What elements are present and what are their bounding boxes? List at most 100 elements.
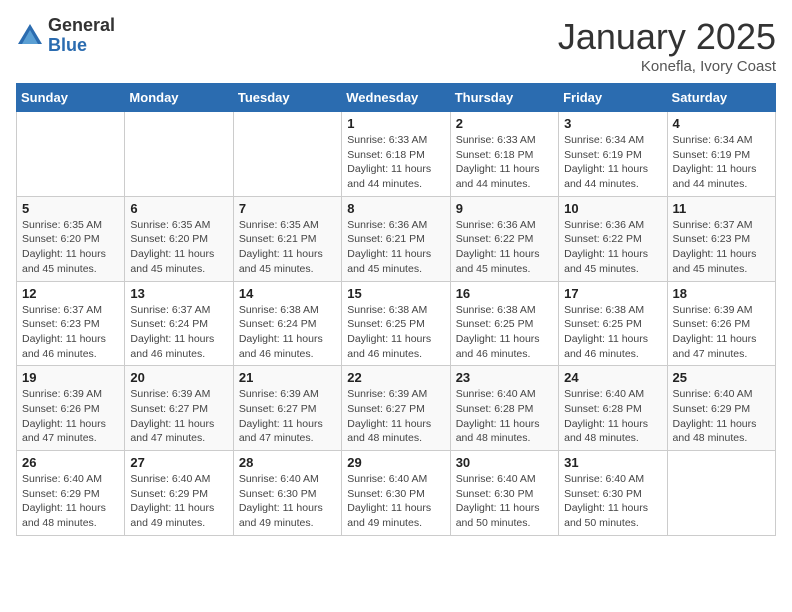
- day-cell-2: 2Sunrise: 6:33 AMSunset: 6:18 PMDaylight…: [450, 112, 558, 197]
- day-info: Sunrise: 6:39 AMSunset: 6:26 PMDaylight:…: [673, 303, 770, 362]
- day-cell-8: 8Sunrise: 6:36 AMSunset: 6:21 PMDaylight…: [342, 196, 450, 281]
- day-info: Sunrise: 6:36 AMSunset: 6:22 PMDaylight:…: [456, 218, 553, 277]
- day-number: 12: [22, 286, 119, 301]
- day-info: Sunrise: 6:35 AMSunset: 6:20 PMDaylight:…: [130, 218, 227, 277]
- day-info: Sunrise: 6:36 AMSunset: 6:22 PMDaylight:…: [564, 218, 661, 277]
- day-info: Sunrise: 6:33 AMSunset: 6:18 PMDaylight:…: [347, 133, 444, 192]
- day-cell-3: 3Sunrise: 6:34 AMSunset: 6:19 PMDaylight…: [559, 112, 667, 197]
- week-row-5: 26 Sunrise: 6:40 AMSunset: 6:29 PMDayligh…: [17, 451, 776, 536]
- day-cell-30: 30 Sunrise: 6:40 AMSunset: 6:30 PMDayligh…: [450, 451, 558, 536]
- week-row-3: 12 Sunrise: 6:37 AMSunset: 6:23 PMDayligh…: [17, 281, 776, 366]
- day-info: Sunrise: 6:35 AMSunset: 6:20 PMDaylight:…: [22, 218, 119, 277]
- day-number: 7: [239, 201, 336, 216]
- day-cell-5: 5 Sunrise: 6:35 AMSunset: 6:20 PMDaylight…: [17, 196, 125, 281]
- day-cell-28: 28 Sunrise: 6:40 AMSunset: 6:30 PMDayligh…: [233, 451, 341, 536]
- day-cell-11: 11Sunrise: 6:37 AMSunset: 6:23 PMDayligh…: [667, 196, 775, 281]
- weekday-header-wednesday: Wednesday: [342, 84, 450, 112]
- day-number: 13: [130, 286, 227, 301]
- day-number: 23: [456, 370, 553, 385]
- day-info: Sunrise: 6:34 AMSunset: 6:19 PMDaylight:…: [564, 133, 661, 192]
- day-info: Sunrise: 6:37 AMSunset: 6:23 PMDaylight:…: [22, 303, 119, 362]
- day-info: Sunrise: 6:35 AMSunset: 6:21 PMDaylight:…: [239, 218, 336, 277]
- day-info: Sunrise: 6:38 AMSunset: 6:25 PMDaylight:…: [456, 303, 553, 362]
- day-info: Sunrise: 6:39 AMSunset: 6:27 PMDaylight:…: [347, 387, 444, 446]
- day-number: 17: [564, 286, 661, 301]
- day-cell-12: 12 Sunrise: 6:37 AMSunset: 6:23 PMDayligh…: [17, 281, 125, 366]
- day-info: Sunrise: 6:37 AMSunset: 6:24 PMDaylight:…: [130, 303, 227, 362]
- day-cell-14: 14Sunrise: 6:38 AMSunset: 6:24 PMDayligh…: [233, 281, 341, 366]
- day-number: 24: [564, 370, 661, 385]
- day-cell-27: 27Sunrise: 6:40 AMSunset: 6:29 PMDayligh…: [125, 451, 233, 536]
- day-number: 21: [239, 370, 336, 385]
- day-number: 25: [673, 370, 770, 385]
- week-row-4: 19 Sunrise: 6:39 AMSunset: 6:26 PMDayligh…: [17, 366, 776, 451]
- day-cell-31: 31Sunrise: 6:40 AMSunset: 6:30 PMDayligh…: [559, 451, 667, 536]
- day-number: 28: [239, 455, 336, 470]
- logo-blue-text: Blue: [48, 36, 115, 56]
- day-info: Sunrise: 6:40 AMSunset: 6:29 PMDaylight:…: [22, 472, 119, 531]
- day-cell-26: 26 Sunrise: 6:40 AMSunset: 6:29 PMDayligh…: [17, 451, 125, 536]
- day-number: 31: [564, 455, 661, 470]
- day-cell-18: 18 Sunrise: 6:39 AMSunset: 6:26 PMDayligh…: [667, 281, 775, 366]
- day-number: 18: [673, 286, 770, 301]
- day-cell-23: 23Sunrise: 6:40 AMSunset: 6:28 PMDayligh…: [450, 366, 558, 451]
- day-cell-7: 7 Sunrise: 6:35 AMSunset: 6:21 PMDaylight…: [233, 196, 341, 281]
- day-info: Sunrise: 6:39 AMSunset: 6:26 PMDaylight:…: [22, 387, 119, 446]
- empty-cell: [667, 451, 775, 536]
- day-number: 4: [673, 116, 770, 131]
- day-cell-19: 19 Sunrise: 6:39 AMSunset: 6:26 PMDayligh…: [17, 366, 125, 451]
- day-info: Sunrise: 6:37 AMSunset: 6:23 PMDaylight:…: [673, 218, 770, 277]
- day-number: 20: [130, 370, 227, 385]
- week-row-2: 5 Sunrise: 6:35 AMSunset: 6:20 PMDaylight…: [17, 196, 776, 281]
- logo: General Blue: [16, 16, 115, 56]
- day-number: 6: [130, 201, 227, 216]
- title-block: January 2025 Konefla, Ivory Coast: [558, 16, 776, 75]
- empty-cell: [17, 112, 125, 197]
- calendar-title: January 2025: [558, 16, 776, 58]
- day-info: Sunrise: 6:40 AMSunset: 6:30 PMDaylight:…: [239, 472, 336, 531]
- weekday-header-row: SundayMondayTuesdayWednesdayThursdayFrid…: [17, 84, 776, 112]
- day-cell-4: 4 Sunrise: 6:34 AMSunset: 6:19 PMDaylight…: [667, 112, 775, 197]
- day-number: 10: [564, 201, 661, 216]
- day-cell-10: 10 Sunrise: 6:36 AMSunset: 6:22 PMDayligh…: [559, 196, 667, 281]
- day-info: Sunrise: 6:40 AMSunset: 6:30 PMDaylight:…: [456, 472, 553, 531]
- day-cell-21: 21 Sunrise: 6:39 AMSunset: 6:27 PMDayligh…: [233, 366, 341, 451]
- weekday-header-friday: Friday: [559, 84, 667, 112]
- page-header: General Blue January 2025 Konefla, Ivory…: [16, 16, 776, 75]
- day-info: Sunrise: 6:39 AMSunset: 6:27 PMDaylight:…: [239, 387, 336, 446]
- day-number: 26: [22, 455, 119, 470]
- day-number: 19: [22, 370, 119, 385]
- day-number: 9: [456, 201, 553, 216]
- logo-icon: [16, 22, 44, 50]
- day-cell-15: 15 Sunrise: 6:38 AMSunset: 6:25 PMDayligh…: [342, 281, 450, 366]
- day-number: 8: [347, 201, 444, 216]
- weekday-header-tuesday: Tuesday: [233, 84, 341, 112]
- calendar-table: SundayMondayTuesdayWednesdayThursdayFrid…: [16, 83, 776, 536]
- day-info: Sunrise: 6:33 AMSunset: 6:18 PMDaylight:…: [456, 133, 553, 192]
- weekday-header-sunday: Sunday: [17, 84, 125, 112]
- day-number: 16: [456, 286, 553, 301]
- day-cell-20: 20 Sunrise: 6:39 AMSunset: 6:27 PMDayligh…: [125, 366, 233, 451]
- day-number: 30: [456, 455, 553, 470]
- day-info: Sunrise: 6:39 AMSunset: 6:27 PMDaylight:…: [130, 387, 227, 446]
- weekday-header-monday: Monday: [125, 84, 233, 112]
- day-cell-24: 24 Sunrise: 6:40 AMSunset: 6:28 PMDayligh…: [559, 366, 667, 451]
- day-info: Sunrise: 6:40 AMSunset: 6:29 PMDaylight:…: [673, 387, 770, 446]
- day-cell-29: 29 Sunrise: 6:40 AMSunset: 6:30 PMDayligh…: [342, 451, 450, 536]
- weekday-header-saturday: Saturday: [667, 84, 775, 112]
- day-cell-17: 17Sunrise: 6:38 AMSunset: 6:25 PMDayligh…: [559, 281, 667, 366]
- day-info: Sunrise: 6:34 AMSunset: 6:19 PMDaylight:…: [673, 133, 770, 192]
- day-number: 15: [347, 286, 444, 301]
- day-info: Sunrise: 6:38 AMSunset: 6:24 PMDaylight:…: [239, 303, 336, 362]
- day-cell-1: 1Sunrise: 6:33 AMSunset: 6:18 PMDaylight…: [342, 112, 450, 197]
- day-info: Sunrise: 6:40 AMSunset: 6:30 PMDaylight:…: [347, 472, 444, 531]
- day-info: Sunrise: 6:40 AMSunset: 6:28 PMDaylight:…: [564, 387, 661, 446]
- day-number: 29: [347, 455, 444, 470]
- day-cell-16: 16 Sunrise: 6:38 AMSunset: 6:25 PMDayligh…: [450, 281, 558, 366]
- empty-cell: [125, 112, 233, 197]
- day-info: Sunrise: 6:38 AMSunset: 6:25 PMDaylight:…: [347, 303, 444, 362]
- day-cell-25: 25 Sunrise: 6:40 AMSunset: 6:29 PMDayligh…: [667, 366, 775, 451]
- day-number: 5: [22, 201, 119, 216]
- logo-text: General Blue: [48, 16, 115, 56]
- calendar-subtitle: Konefla, Ivory Coast: [558, 58, 776, 75]
